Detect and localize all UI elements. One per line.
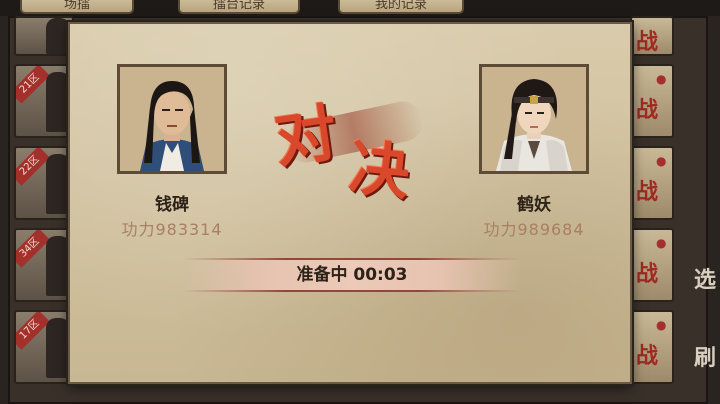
- player1-portrait: [117, 64, 227, 174]
- challenge-label: 战: [636, 98, 659, 123]
- avatar: [46, 154, 70, 214]
- challenge-button[interactable]: ● 战: [630, 64, 674, 138]
- duel-modal: 钱碑 功力983314 鹤妖 功力989684 对 决 准备中 00:03: [68, 22, 632, 384]
- duel-title-char: 决: [345, 133, 413, 209]
- challenge-label: 战: [636, 30, 659, 55]
- list-item: 17区: [14, 310, 74, 384]
- player1-name: 钱碑: [155, 195, 189, 215]
- match-status-text: 准备中 00:03: [296, 265, 408, 285]
- lock-icon: ●: [656, 72, 667, 86]
- swordsman-avatar-icon: [120, 67, 224, 171]
- list-item: 21区: [14, 64, 74, 138]
- refresh-button-label[interactable]: 刷: [694, 340, 716, 372]
- list-item: [14, 16, 74, 56]
- player2-name: 鹤妖: [517, 195, 551, 215]
- server-badge: 22区: [16, 148, 50, 186]
- tab-arena-records[interactable]: 擂台记录: [178, 0, 300, 14]
- tab-my-records[interactable]: 我的记录: [338, 0, 464, 14]
- list-item: 22区: [14, 146, 74, 220]
- avatar: [46, 18, 70, 54]
- avatar: [46, 236, 70, 296]
- top-tab-bar: 场擂 擂台记录 我的记录: [0, 0, 720, 16]
- server-badge: 21区: [16, 66, 50, 104]
- challenge-label: 战: [636, 262, 659, 287]
- avatar: [46, 72, 70, 132]
- challenge-label: 战: [636, 344, 659, 369]
- player1-power: 功力983314: [121, 220, 223, 239]
- challenge-button[interactable]: ● 战: [630, 146, 674, 220]
- server-badge: 34区: [16, 230, 50, 268]
- player2-power: 功力989684: [483, 220, 585, 239]
- match-status-bar: 准备中 00:03: [182, 258, 522, 292]
- duel-title-char: 对: [269, 95, 342, 177]
- duel-title-logo: 对 决: [264, 82, 444, 209]
- challenge-button[interactable]: ● 战: [630, 310, 674, 384]
- lock-icon: ●: [656, 154, 667, 168]
- tab-arena[interactable]: 场擂: [20, 0, 134, 14]
- player2-portrait: [479, 64, 589, 174]
- challenge-button[interactable]: 战: [630, 16, 674, 56]
- side-button-label[interactable]: 选: [694, 262, 716, 294]
- avatar: [46, 318, 70, 378]
- lock-icon: ●: [656, 318, 667, 332]
- white-robed-avatar-icon: [482, 67, 586, 171]
- server-badge: 17区: [16, 312, 50, 350]
- list-item: 34区: [14, 228, 74, 302]
- lock-icon: ●: [656, 236, 667, 250]
- challenge-label: 战: [636, 180, 659, 205]
- challenge-button[interactable]: ● 战: [630, 228, 674, 302]
